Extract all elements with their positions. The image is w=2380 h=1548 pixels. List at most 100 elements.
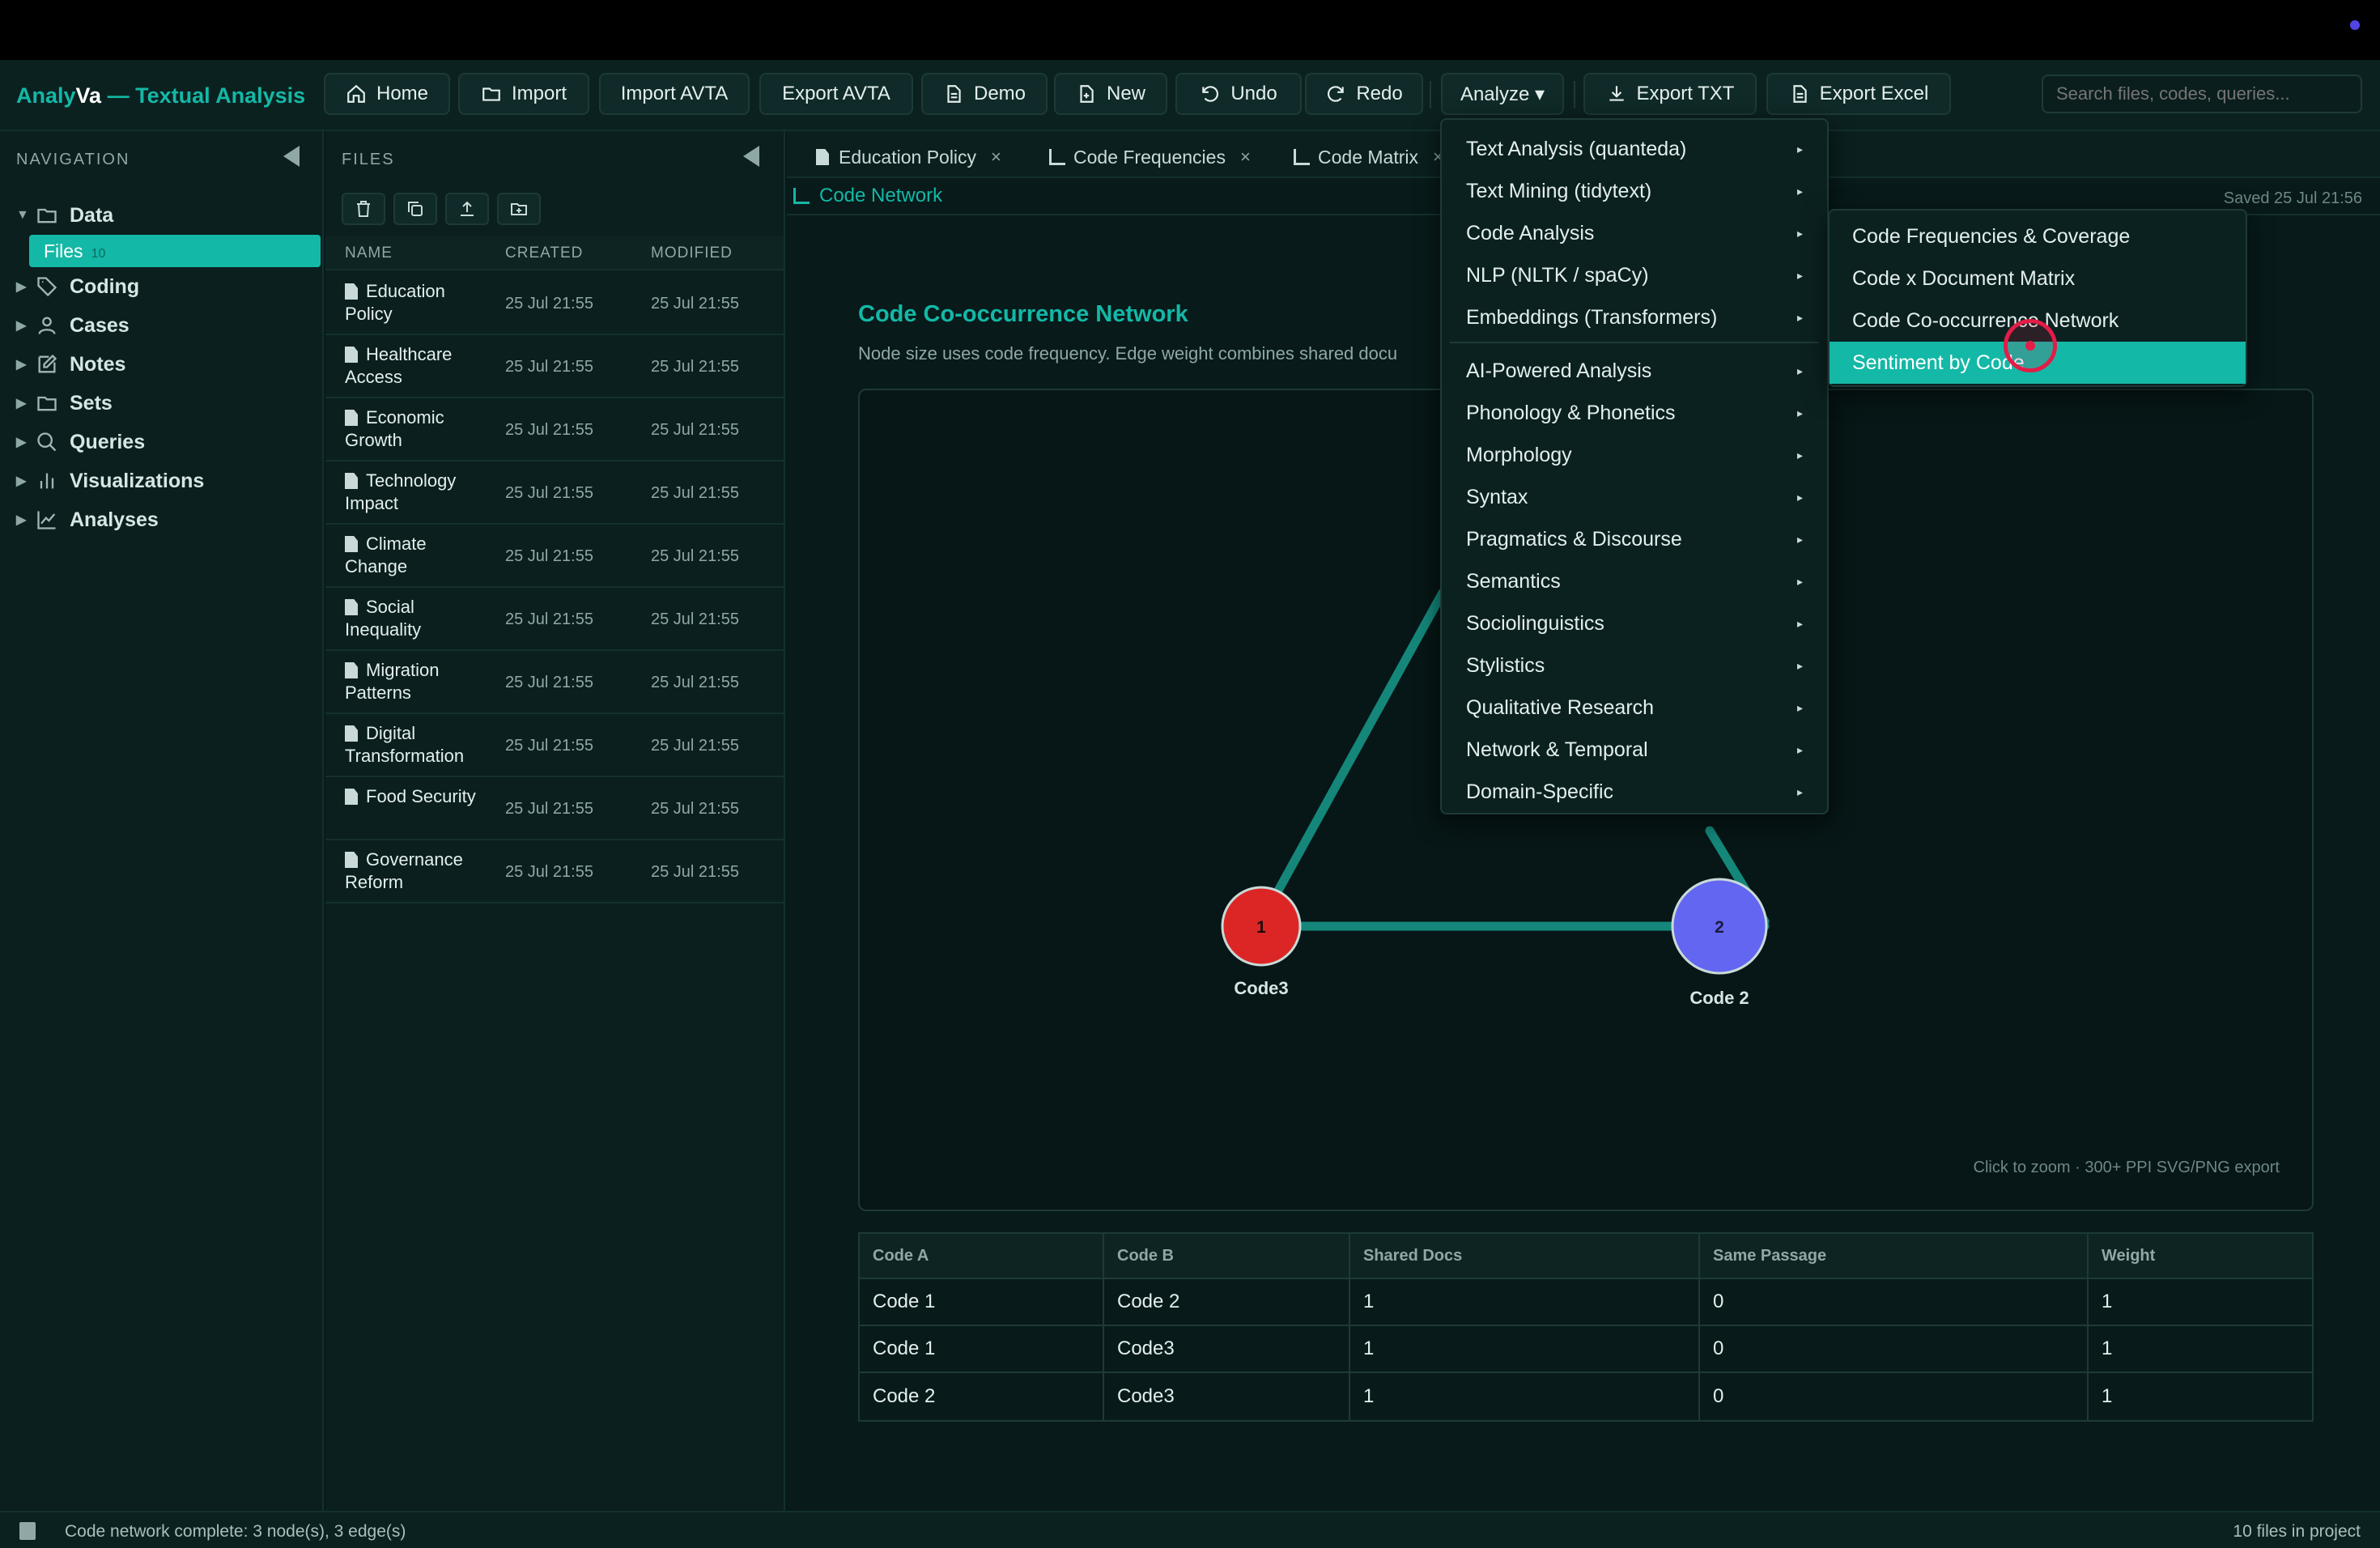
file-name: Technology Impact — [345, 470, 457, 513]
code-analysis-submenu-item[interactable]: Code Frequencies & Coverage — [1830, 215, 2246, 257]
file-row[interactable]: Migration Patterns 25 Jul 21:55 25 Jul 21:… — [325, 651, 784, 714]
file-row[interactable]: Education Policy 25 Jul 21:55 25 Jul 21:55 — [325, 272, 784, 335]
column-header-shared-docs[interactable]: Shared Docs — [1350, 1234, 1700, 1278]
export-txt-button[interactable]: Export TXT — [1583, 73, 1757, 115]
upload-file-button[interactable] — [445, 193, 489, 225]
tab-code-network[interactable]: Code Network — [793, 180, 942, 212]
analyze-dropdown-menu: Text Analysis (quanteda) ▸ Text Mining (ti… — [1440, 118, 1829, 814]
close-tab-icon[interactable]: × — [1240, 147, 1251, 168]
import-button[interactable]: Import — [458, 73, 589, 115]
document-icon — [345, 410, 358, 426]
tree-item-cases[interactable]: ▶ Cases — [16, 309, 130, 342]
click-cursor-indicator — [2004, 319, 2057, 372]
analyze-menu-item[interactable]: Pragmatics & Discourse ▸ — [1442, 518, 1827, 560]
file-row[interactable]: Food Security 25 Jul 21:55 25 Jul 21:55 — [325, 777, 784, 840]
files-table-header: NAME CREATED MODIFIED — [325, 236, 784, 270]
tree-item-queries[interactable]: ▶ Queries — [16, 426, 145, 458]
cell-code-b: Code3 — [1104, 1373, 1350, 1420]
home-button[interactable]: Home — [324, 73, 450, 115]
file-row[interactable]: Healthcare Access 25 Jul 21:55 25 Jul 21:5… — [325, 335, 784, 398]
column-header-weight[interactable]: Weight — [2089, 1234, 2312, 1278]
undo-button[interactable]: Undo — [1175, 73, 1302, 115]
analyze-menu-item[interactable]: NLP (NLTK / spaCy) ▸ — [1442, 254, 1827, 296]
search-input[interactable] — [2042, 74, 2362, 113]
cell-same-passage: 0 — [1700, 1373, 2089, 1420]
file-row[interactable]: Governance Reform 25 Jul 21:55 25 Jul 21:5… — [325, 840, 784, 904]
analyze-menu-item[interactable]: Code Analysis ▸ — [1442, 212, 1827, 254]
tab-code-frequencies[interactable]: Code Frequencies × — [1049, 142, 1251, 172]
tree-item-sets[interactable]: ▶ Sets — [16, 387, 113, 419]
menu-separator — [1450, 342, 1819, 343]
redo-button[interactable]: Redo — [1305, 73, 1423, 115]
line-chart-icon — [37, 511, 56, 529]
analyze-menu-item[interactable]: Text Analysis (quanteda) ▸ — [1442, 128, 1827, 170]
folder-icon — [37, 208, 57, 223]
analyze-menu-item[interactable]: Sociolinguistics ▸ — [1442, 602, 1827, 644]
tree-item-coding[interactable]: ▶ Coding — [16, 270, 139, 303]
export-excel-button[interactable]: Export Excel — [1766, 73, 1951, 115]
column-header-name[interactable]: NAME — [345, 245, 393, 262]
collapse-navigation-button[interactable] — [283, 146, 300, 167]
undo-icon — [1202, 86, 1219, 102]
tab-education-policy[interactable]: Education Policy × — [816, 142, 1001, 172]
code-analysis-submenu-item[interactable]: Code x Document Matrix — [1830, 257, 2246, 300]
app-brand: AnalyVa — Textual Analysis — [16, 83, 306, 108]
column-header-created[interactable]: CREATED — [505, 245, 583, 262]
new-button[interactable]: New — [1054, 73, 1167, 115]
tree-item-notes[interactable]: ▶ Notes — [16, 348, 125, 381]
analyze-menu-item[interactable]: Semantics ▸ — [1442, 560, 1827, 602]
table-row: Code 2 Code3 1 0 1 — [860, 1373, 2312, 1420]
submenu-arrow-icon: ▸ — [1796, 700, 1803, 714]
expanded-arrow-icon: ▼ — [16, 208, 29, 222]
column-header-modified[interactable]: MODIFIED — [651, 245, 733, 262]
analyze-menu-item[interactable]: Qualitative Research ▸ — [1442, 687, 1827, 729]
analyze-menu-button[interactable]: Analyze ▾ — [1441, 73, 1564, 115]
analyze-menu-item[interactable]: Network & Temporal ▸ — [1442, 729, 1827, 771]
analyze-menu-item[interactable]: Stylistics ▸ — [1442, 644, 1827, 687]
home-icon — [347, 84, 365, 103]
new-folder-button[interactable] — [497, 193, 541, 225]
collapsed-arrow-icon: ▶ — [16, 513, 27, 527]
tree-item-files[interactable]: Files 10 — [29, 235, 321, 267]
import-avta-button[interactable]: Import AVTA — [599, 73, 750, 115]
tab-code-matrix[interactable]: Code Matrix × — [1294, 142, 1443, 172]
delete-file-button[interactable] — [342, 193, 385, 225]
file-row[interactable]: Climate Change 25 Jul 21:55 25 Jul 21:55 — [325, 525, 784, 588]
file-row[interactable]: Social Inequality 25 Jul 21:55 25 Jul 21:5… — [325, 588, 784, 651]
tree-item-analyses[interactable]: ▶ Analyses — [16, 504, 159, 536]
export-avta-button[interactable]: Export AVTA — [759, 73, 913, 115]
graph-hint: Click to zoom · 300+ PPI SVG/PNG export — [1973, 1159, 2280, 1176]
analyze-menu-item[interactable]: Morphology ▸ — [1442, 434, 1827, 476]
tree-item-data[interactable]: ▼ Data — [16, 199, 113, 232]
file-created: 25 Jul 21:55 — [505, 358, 593, 376]
analyze-menu-item[interactable]: Syntax ▸ — [1442, 476, 1827, 518]
column-header-same-passage[interactable]: Same Passage — [1700, 1234, 2089, 1278]
folder-plus-icon — [511, 203, 527, 215]
chart-icon — [1049, 149, 1065, 165]
file-row[interactable]: Economic Growth 25 Jul 21:55 25 Jul 21:55 — [325, 398, 784, 461]
file-row[interactable]: Technology Impact 25 Jul 21:55 25 Jul 21:5… — [325, 461, 784, 525]
trash-icon — [357, 201, 370, 217]
analyze-menu-item[interactable]: Text Mining (tidytext) ▸ — [1442, 170, 1827, 212]
analyze-menu-item[interactable]: AI-Powered Analysis ▸ — [1442, 350, 1827, 392]
file-created: 25 Jul 21:55 — [505, 610, 593, 628]
collapse-files-button[interactable] — [743, 146, 759, 167]
duplicate-file-button[interactable] — [393, 193, 437, 225]
files-title: FILES — [342, 151, 395, 168]
files-panel: FILES NAME CREATED MODIFIED Education Po… — [325, 131, 785, 1511]
close-tab-icon[interactable]: × — [991, 147, 1001, 168]
note-icon — [38, 354, 57, 373]
upload-icon — [461, 201, 474, 216]
column-header-code-b[interactable]: Code B — [1104, 1234, 1350, 1278]
analyze-menu-item[interactable]: Domain-Specific ▸ — [1442, 771, 1827, 813]
file-modified: 25 Jul 21:55 — [651, 737, 739, 755]
file-modified: 25 Jul 21:55 — [651, 674, 739, 691]
analyze-menu-item[interactable]: Embeddings (Transformers) ▸ — [1442, 296, 1827, 338]
file-row[interactable]: Digital Transformation 25 Jul 21:55 25 Jul… — [325, 714, 784, 777]
column-header-code-a[interactable]: Code A — [860, 1234, 1104, 1278]
files-count-badge: 10 — [91, 247, 106, 261]
tree-item-visualizations[interactable]: ▶ Visualizations — [16, 465, 204, 497]
document-icon — [947, 85, 961, 103]
analyze-menu-item[interactable]: Phonology & Phonetics ▸ — [1442, 392, 1827, 434]
demo-button[interactable]: Demo — [921, 73, 1048, 115]
